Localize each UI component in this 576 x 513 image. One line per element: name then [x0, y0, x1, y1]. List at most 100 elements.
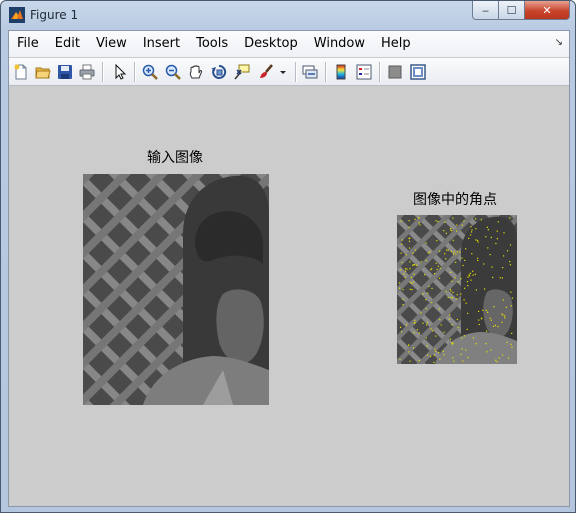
corner-marker [408, 240, 411, 242]
menu-window[interactable]: Window [306, 33, 373, 55]
corner-marker [408, 220, 410, 222]
pan-hand-icon[interactable] [186, 62, 206, 82]
corner-marker [434, 348, 436, 350]
corner-marker [436, 268, 438, 270]
open-file-icon[interactable] [33, 62, 53, 82]
corner-marker [426, 354, 429, 356]
close-icon: ✕ [542, 3, 552, 17]
corner-marker [405, 270, 407, 272]
corner-marker [471, 253, 473, 255]
corner-marker [437, 221, 439, 223]
corner-marker [453, 251, 455, 253]
rotate-3d-icon[interactable] [209, 62, 229, 82]
dock-arrow-icon[interactable]: ↘ [555, 37, 563, 48]
corner-marker [450, 296, 452, 298]
corner-marker [422, 293, 424, 295]
menu-desktop[interactable]: Desktop [236, 33, 306, 55]
corner-marker [503, 232, 505, 234]
print-icon[interactable] [77, 62, 97, 82]
brush-icon[interactable] [256, 62, 276, 82]
close-button[interactable]: ✕ [525, 1, 570, 20]
corner-marker [476, 239, 479, 242]
corner-marker [425, 337, 427, 339]
corner-marker [399, 282, 401, 284]
corner-marker [480, 219, 482, 221]
corner-marker [509, 261, 511, 263]
corner-marker [452, 291, 454, 294]
menu-insert[interactable]: Insert [135, 33, 188, 55]
corner-marker [461, 337, 463, 339]
corner-marker [435, 220, 437, 222]
toolbar-separator [134, 62, 136, 82]
corner-marker [400, 252, 402, 254]
menu-help[interactable]: Help [373, 33, 419, 55]
corner-marker [511, 332, 513, 334]
corner-marker [399, 287, 401, 289]
corner-marker [456, 294, 458, 296]
corner-marker [409, 268, 411, 270]
menu-tools[interactable]: Tools [188, 33, 236, 55]
maximize-button[interactable]: ☐ [499, 1, 525, 20]
toolbar-separator [295, 62, 297, 82]
corner-marker [487, 229, 489, 231]
corner-marker [426, 321, 428, 323]
corner-marker [402, 289, 404, 291]
zoom-out-icon[interactable] [163, 62, 183, 82]
corner-marker [402, 298, 404, 300]
window-title: Figure 1 [30, 8, 79, 22]
corner-marker [450, 229, 452, 231]
corner-marker [501, 277, 503, 279]
corner-marker [412, 264, 414, 266]
corner-marker [494, 324, 496, 326]
menu-file[interactable]: File [9, 33, 47, 55]
corner-marker [451, 324, 453, 326]
title-bar[interactable]: Figure 1 ‒ ☐ ✕ [1, 1, 575, 29]
corner-marker [462, 264, 464, 267]
link-plot-icon[interactable] [300, 62, 320, 82]
input-image[interactable] [83, 174, 269, 405]
corner-marker [399, 269, 401, 271]
corner-marker [478, 310, 480, 312]
corner-marker [418, 222, 420, 224]
corner-marker [465, 349, 467, 351]
corner-marker [501, 313, 503, 315]
data-cursor-icon[interactable] [232, 62, 252, 82]
hide-plot-tools-icon[interactable] [385, 62, 405, 82]
select-arrow-icon[interactable] [110, 62, 130, 82]
corner-marker [504, 317, 506, 319]
corner-marker [414, 319, 416, 321]
toolbar-separator [325, 62, 327, 82]
new-figure-icon[interactable] [11, 62, 31, 82]
corner-marker [412, 252, 414, 254]
colorbar-icon[interactable] [331, 62, 351, 82]
corner-marker [462, 360, 464, 362]
menu-edit[interactable]: Edit [47, 33, 88, 55]
corner-marker [485, 343, 487, 345]
corner-marker [427, 292, 429, 294]
corner-marker [487, 311, 489, 313]
corner-marker [472, 270, 474, 272]
corner-marker [435, 262, 437, 264]
brush-dropdown-icon[interactable] [277, 62, 289, 82]
corner-marker [419, 224, 421, 226]
save-icon[interactable] [55, 62, 75, 82]
corner-marker [470, 279, 472, 281]
minimize-button[interactable]: ‒ [472, 1, 499, 20]
corner-marker [464, 259, 466, 261]
corner-marker [433, 354, 435, 356]
corner-marker [404, 276, 406, 278]
show-plot-tools-icon[interactable] [408, 62, 428, 82]
corner-marker [485, 309, 487, 311]
corner-marker [482, 309, 484, 311]
maximize-icon: ☐ [506, 3, 517, 17]
legend-icon[interactable] [354, 62, 374, 82]
corner-marker [431, 287, 433, 289]
corner-marker [460, 293, 462, 295]
menu-view[interactable]: View [88, 33, 135, 55]
zoom-in-icon[interactable] [140, 62, 160, 82]
corner-marker [409, 281, 411, 284]
figure-client-area: File Edit View Insert Tools Desktop Wind… [8, 30, 570, 507]
corner-marker [504, 315, 506, 317]
corner-marker [506, 341, 508, 343]
corner-points-image[interactable] [397, 215, 517, 364]
